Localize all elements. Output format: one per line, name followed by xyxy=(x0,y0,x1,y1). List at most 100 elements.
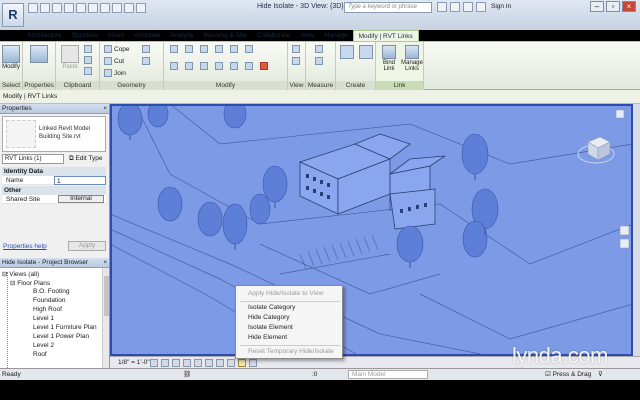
select-panel-label[interactable]: Select xyxy=(0,81,22,90)
close-hidden-icon[interactable] xyxy=(136,3,146,13)
minimize-icon[interactable]: – xyxy=(590,1,604,12)
tab-modify-rvt-links[interactable]: Modify | RVT Links xyxy=(352,30,419,41)
move-icon[interactable] xyxy=(170,62,178,70)
menu-hide-category[interactable]: Hide Category xyxy=(248,314,290,321)
tree-item-views[interactable]: ⊟ Views (all) xyxy=(2,270,39,278)
bind-link-button[interactable]: Bind Link xyxy=(378,45,400,72)
apply-button[interactable]: Apply xyxy=(68,241,106,251)
show-crop-icon[interactable] xyxy=(216,359,224,367)
close-icon[interactable]: × xyxy=(622,1,636,12)
binoculars-icon[interactable] xyxy=(437,2,447,12)
tab-analyze[interactable]: Analyze xyxy=(165,30,198,41)
align-icon[interactable] xyxy=(170,45,178,53)
mirror-draw-icon[interactable] xyxy=(215,45,223,53)
copy-icon[interactable] xyxy=(84,45,92,53)
detail-level-icon[interactable] xyxy=(150,359,158,367)
undo-icon[interactable] xyxy=(52,3,62,13)
paste-button[interactable]: Paste xyxy=(59,45,81,71)
tab-annotate[interactable]: Annotate xyxy=(129,30,165,41)
tab-manage[interactable]: Manage xyxy=(319,30,353,41)
split-face-icon[interactable] xyxy=(142,45,150,53)
crop-view-icon[interactable] xyxy=(205,359,213,367)
temporary-hide-isolate-icon[interactable] xyxy=(238,359,246,367)
tree-item-level-1-power[interactable]: Level 1 Power Plan xyxy=(33,333,89,340)
browser-scroll-thumb[interactable] xyxy=(104,276,109,316)
close-icon[interactable]: × xyxy=(103,258,107,268)
viewport-scrollbar[interactable] xyxy=(633,104,640,356)
offset-icon[interactable] xyxy=(185,45,193,53)
manage-links-button[interactable]: Manage Links xyxy=(401,45,423,72)
tree-item-foundation[interactable]: Foundation xyxy=(33,297,66,304)
array-icon[interactable] xyxy=(215,62,223,70)
lock-3d-view-icon[interactable] xyxy=(227,359,235,367)
type-selector[interactable]: Linked Revit Model Building Site.rvt xyxy=(2,116,106,152)
tree-item-floor-plans[interactable]: ⊟ Floor Plans xyxy=(10,279,50,287)
menu-apply-hide-isolate[interactable]: Apply Hide/Isolate to View xyxy=(248,290,323,297)
properties-button[interactable] xyxy=(28,45,50,71)
tree-item-level-2[interactable]: Level 2 xyxy=(33,342,54,349)
copy-element-icon[interactable] xyxy=(185,62,193,70)
3d-viewport[interactable] xyxy=(110,104,633,356)
name-field[interactable]: 1 xyxy=(54,176,106,185)
mirror-axis-icon[interactable] xyxy=(200,45,208,53)
paint-icon[interactable] xyxy=(142,57,150,65)
trim-icon[interactable] xyxy=(245,45,253,53)
tab-structure[interactable]: Structure xyxy=(67,30,103,41)
save-icon[interactable] xyxy=(40,3,50,13)
cope-button[interactable]: Cope xyxy=(104,45,130,53)
active-model-select[interactable]: Main Model xyxy=(348,370,428,379)
delete-icon[interactable] xyxy=(260,62,268,70)
cut-geometry-button[interactable]: Cut xyxy=(104,57,124,65)
tree-item-level-1-furniture[interactable]: Level 1 Furniture Plan xyxy=(33,324,97,331)
open-icon[interactable] xyxy=(28,3,38,13)
edit-type-button[interactable]: ⧉ Edit Type xyxy=(69,154,102,164)
steering-wheel-icon[interactable] xyxy=(619,225,630,236)
properties-help-link[interactable]: Properties help xyxy=(3,243,47,250)
shared-site-button[interactable]: Internal xyxy=(58,195,104,203)
tab-collaborate[interactable]: Collaborate xyxy=(252,30,295,41)
tab-massing-site[interactable]: Massing & Site xyxy=(198,30,251,41)
sun-path-icon[interactable] xyxy=(172,359,180,367)
print-icon[interactable] xyxy=(76,3,86,13)
scale-icon[interactable] xyxy=(230,62,238,70)
restore-icon[interactable]: ▫ xyxy=(606,1,620,12)
visual-style-icon[interactable] xyxy=(161,359,169,367)
browser-scrollbar[interactable] xyxy=(102,268,109,368)
3d-view-icon[interactable] xyxy=(112,3,122,13)
split-icon[interactable] xyxy=(230,45,238,53)
measure-line-icon[interactable] xyxy=(315,45,323,53)
tree-item-level-1[interactable]: Level 1 xyxy=(33,315,54,322)
create-assembly-icon[interactable] xyxy=(359,45,373,59)
menu-reset-hide-isolate[interactable]: Reset Temporary Hide/Isolate xyxy=(248,348,334,355)
tab-view[interactable]: View xyxy=(295,30,319,41)
dimension-icon[interactable] xyxy=(315,57,323,65)
subscription-icon[interactable] xyxy=(450,2,460,12)
hide-in-view-icon[interactable] xyxy=(292,57,300,65)
render-icon[interactable] xyxy=(194,359,202,367)
tab-insert[interactable]: Insert xyxy=(103,30,129,41)
reveal-hidden-icon[interactable] xyxy=(249,359,257,367)
worksets-icon[interactable]: ⛓ xyxy=(183,369,191,380)
text-icon[interactable] xyxy=(100,3,110,13)
filter-icon[interactable]: ⊽ xyxy=(598,369,603,380)
menu-isolate-element[interactable]: Isolate Element xyxy=(248,324,293,331)
search-input[interactable]: Type a keyword or phrase xyxy=(344,2,432,13)
measure-icon[interactable] xyxy=(88,3,98,13)
shadows-icon[interactable] xyxy=(183,359,191,367)
override-graphics-icon[interactable] xyxy=(292,45,300,53)
rotate-icon[interactable] xyxy=(200,62,208,70)
close-icon[interactable]: × xyxy=(103,104,107,114)
menu-isolate-category[interactable]: Isolate Category xyxy=(248,304,295,311)
tree-item-bo-footing[interactable]: B.O. Footing xyxy=(33,288,70,295)
pin-icon[interactable] xyxy=(245,62,253,70)
application-menu-button[interactable]: R xyxy=(2,3,24,27)
redo-icon[interactable] xyxy=(64,3,74,13)
tree-item-roof[interactable]: Roof xyxy=(33,351,47,358)
instance-selector[interactable]: RVT Links (1) xyxy=(2,154,64,164)
group-identity-data[interactable]: Identity Data xyxy=(2,167,106,176)
press-drag-toggle[interactable]: ☑ Press & Drag xyxy=(545,369,591,380)
join-button[interactable]: Join xyxy=(104,69,126,77)
home-icon[interactable] xyxy=(615,109,625,119)
match-properties-icon[interactable] xyxy=(84,67,92,75)
sign-in-link[interactable]: Sign In xyxy=(491,3,511,10)
